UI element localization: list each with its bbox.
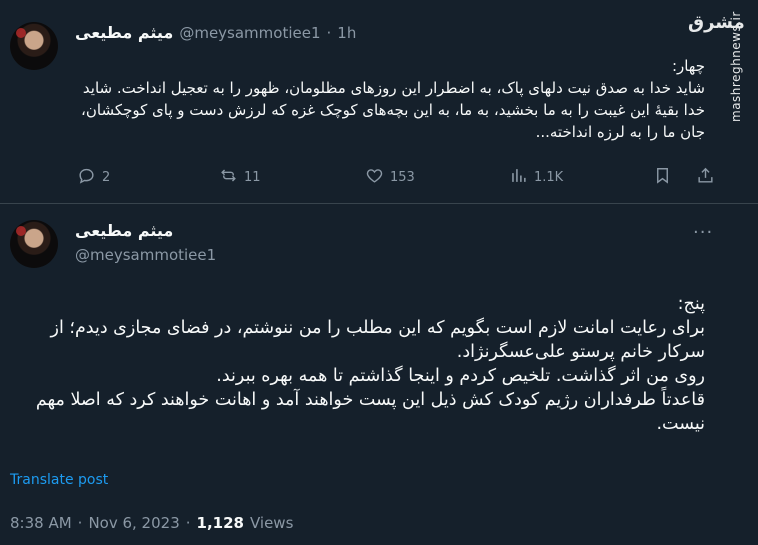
tweet1-text: چهار: شاید خدا به صدق نیت دلهای پاک، به … (81, 57, 705, 141)
share-icon (696, 166, 715, 189)
tweet2-text: پنج: برای رعایت امانت لازم است بگویم که … (35, 294, 705, 434)
repost-count: 11 (244, 170, 261, 185)
separator: · (326, 23, 332, 42)
mashregh-watermark: mashreghnews.ir (729, 11, 743, 122)
repost-icon (219, 166, 238, 189)
reply-icon (77, 166, 96, 189)
post-date[interactable]: Nov 6, 2023 (88, 514, 179, 532)
views-value: 1,128 (196, 514, 244, 532)
heart-icon (365, 166, 384, 189)
reply-button[interactable]: 2 (77, 166, 110, 189)
author-handle[interactable]: @meysammotiee1 (75, 246, 216, 264)
translate-post-link[interactable]: Translate post (10, 472, 108, 488)
author-name[interactable]: میثم مطیعی (75, 221, 173, 240)
reply-count: 2 (102, 170, 111, 185)
author-handle[interactable]: @meysammotiee1 (179, 24, 320, 42)
tweet-meta: 8:38 AM · Nov 6, 2023 · 1,128 Views (10, 514, 293, 532)
timestamp[interactable]: 1h (337, 24, 356, 42)
views-button[interactable]: 1.1K (509, 166, 563, 189)
post-time[interactable]: 8:38 AM (10, 514, 72, 532)
tweet1-header: میثم مطیعی @meysammotiee1 · 1h (75, 23, 356, 42)
analytics-icon (509, 166, 528, 189)
share-button[interactable] (696, 166, 715, 189)
repost-button[interactable]: 11 (219, 166, 261, 189)
divider (0, 203, 758, 204)
bookmark-icon (653, 166, 672, 189)
like-count: 153 (390, 170, 415, 185)
bookmark-button[interactable] (653, 166, 672, 189)
avatar[interactable] (10, 22, 58, 70)
more-options-button[interactable]: ··· (693, 222, 713, 243)
like-button[interactable]: 153 (365, 166, 415, 189)
author-name[interactable]: میثم مطیعی (75, 23, 173, 42)
separator: · (77, 514, 83, 532)
views-count: 1.1K (534, 170, 564, 185)
separator: · (185, 514, 191, 532)
views-label: Views (249, 514, 294, 532)
avatar[interactable] (10, 220, 58, 268)
